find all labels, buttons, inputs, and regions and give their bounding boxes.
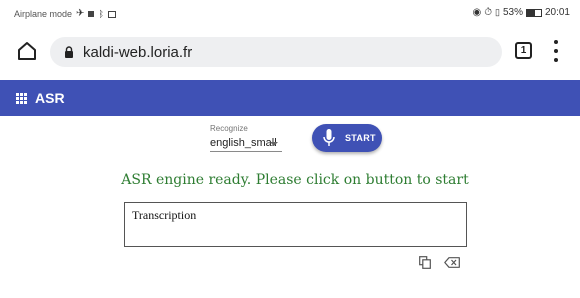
airplane-icon: ✈ [76,8,85,19]
copy-icon[interactable] [419,256,431,269]
start-button-label: START [345,133,376,143]
recognizer-value[interactable]: english_small [210,137,277,149]
backspace-icon[interactable] [444,257,460,268]
status-message: ASR engine ready. Please click on button… [121,172,469,188]
battery-icon [525,8,542,17]
menu-icon[interactable] [553,40,559,62]
airplane-mode-label: Airplane mode [14,9,73,19]
mic-icon [323,129,335,146]
vibrate-icon: ▯ [495,7,500,17]
transcription-label: Transcription [132,208,197,222]
recognizer-select[interactable]: english_small [210,135,282,152]
lock-icon [65,46,73,58]
status-bar: Airplane mode ✈ ᛒ ◉ ⏱ ▯ 53% 20:01 [0,0,580,26]
chevron-down-icon [270,142,278,146]
bluetooth-icon: ᛒ [98,8,104,19]
url-text[interactable]: kaldi-web.loria.fr [83,44,192,61]
app-bar: ASR [0,80,580,116]
apps-icon[interactable] [16,93,27,104]
clock: 20:01 [544,7,570,18]
status-bar-right: ◉ ⏱ ▯ 53% 20:01 [472,7,570,18]
eye-icon: ◉ [472,6,482,18]
transcription-box[interactable]: Transcription [124,202,467,247]
address-bar[interactable]: kaldi-web.loria.fr [50,37,502,67]
status-bar-left: Airplane mode ✈ ᛒ [14,9,116,19]
battery-percent: 53% [502,7,523,18]
alarm-icon: ⏱ [484,6,492,18]
image-icon [107,10,116,18]
start-button[interactable]: START [312,124,382,152]
tabs-button[interactable]: 1 [515,42,532,59]
app-title: ASR [35,90,65,106]
browser-toolbar: kaldi-web.loria.fr 1 [0,26,580,76]
notification-square-icon [88,11,95,17]
recognizer-label: Recognize [210,124,248,133]
home-icon[interactable] [16,40,38,62]
